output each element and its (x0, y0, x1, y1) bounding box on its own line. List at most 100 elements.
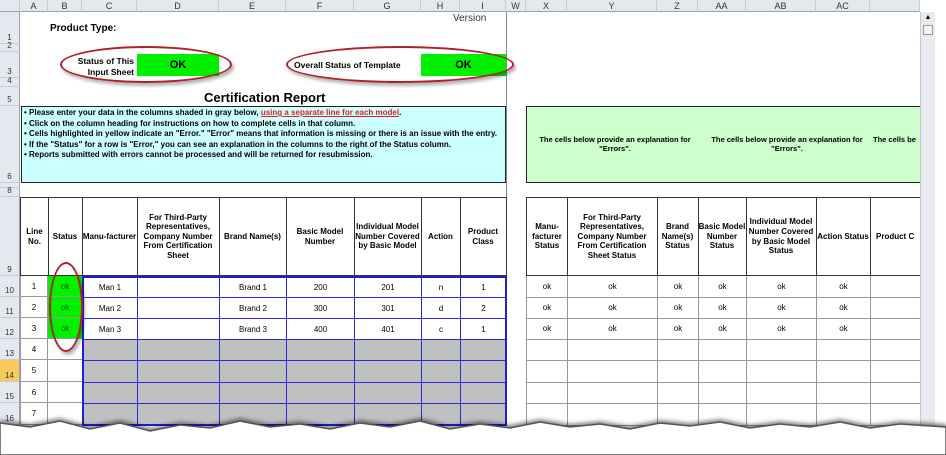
input-cell-class[interactable]: 2 (460, 297, 507, 319)
input-cell-action[interactable] (421, 360, 461, 383)
column-heading[interactable]: Basic Model Number (286, 197, 355, 276)
column-header-D[interactable]: D (137, 0, 219, 12)
input-cell-company[interactable] (137, 318, 220, 340)
column-header-W[interactable]: W (506, 0, 526, 12)
input-cell-action[interactable]: n (421, 276, 461, 298)
column-header-H[interactable]: H (421, 0, 460, 12)
input-cell-action[interactable]: d (421, 297, 461, 319)
input-cell-individual[interactable]: 201 (354, 276, 422, 298)
column-header-corner[interactable] (0, 0, 20, 12)
column-header-G[interactable]: G (354, 0, 421, 12)
column-header-E[interactable]: E (219, 0, 286, 12)
input-cell-individual[interactable] (354, 360, 422, 383)
input-cell-class[interactable]: 1 (460, 318, 507, 340)
column-heading[interactable]: Individual Model Number Covered by Basic… (354, 197, 422, 276)
column-header-Z[interactable]: Z (657, 0, 698, 12)
column-heading[interactable]: Manu-facturer (82, 197, 138, 276)
row-header[interactable]: 3 (0, 52, 20, 78)
column-header-I[interactable]: I (460, 0, 506, 12)
column-header-A[interactable]: A (20, 0, 48, 12)
input-cell-manufacturer[interactable] (82, 360, 138, 383)
input-cell-company[interactable] (137, 276, 220, 298)
column-header-C[interactable]: C (82, 0, 137, 12)
status-cell: ok (816, 297, 871, 319)
status-column-heading[interactable]: Individual Model Number Covered by Basic… (746, 197, 817, 276)
column-header-next[interactable] (870, 0, 920, 12)
input-cell-individual[interactable] (354, 339, 422, 361)
status-column-heading[interactable]: Action Status (816, 197, 871, 276)
scroll-thumb[interactable] (923, 25, 933, 35)
status-column-heading[interactable]: For Third-Party Representatives, Company… (567, 197, 658, 276)
status-cell (870, 339, 921, 361)
status-cell (698, 382, 747, 404)
status-cell (870, 360, 921, 383)
input-cell-action[interactable] (421, 339, 461, 361)
row-header[interactable]: 4 (0, 76, 20, 87)
row-header[interactable]: 12 (0, 318, 20, 339)
input-cell-brand[interactable] (219, 339, 287, 361)
input-cell-brand[interactable] (219, 360, 287, 383)
column-header-B[interactable]: B (48, 0, 82, 12)
input-cell-brand[interactable] (219, 382, 287, 404)
input-cell-action[interactable]: c (421, 318, 461, 340)
column-header-F[interactable]: F (286, 0, 354, 12)
row-header[interactable]: 14 (0, 360, 20, 382)
row-header[interactable]: 11 (0, 297, 20, 318)
status-cell (870, 382, 921, 404)
column-heading[interactable]: Action (421, 197, 461, 276)
status-column-heading[interactable]: Product C (870, 197, 921, 276)
input-cell-class[interactable] (460, 339, 507, 361)
input-cell-company[interactable] (137, 360, 220, 383)
row-header[interactable]: 6 (0, 106, 20, 183)
input-cell-individual[interactable] (354, 382, 422, 404)
scroll-up-icon[interactable]: ▲ (921, 12, 935, 24)
row-header[interactable]: 1 (0, 12, 20, 44)
input-cell-manufacturer[interactable]: Man 2 (82, 297, 138, 319)
row-header[interactable]: 10 (0, 276, 20, 297)
row-header[interactable]: 13 (0, 339, 20, 360)
input-cell-manufacturer[interactable] (82, 382, 138, 404)
input-cell-basic[interactable] (286, 382, 355, 404)
status-cell: ok (816, 318, 871, 340)
column-header-Y[interactable]: Y (567, 0, 657, 12)
row-header[interactable]: 2 (0, 41, 20, 52)
column-heading[interactable]: Brand Name(s) (219, 197, 287, 276)
column-header-AA[interactable]: AA (698, 0, 746, 12)
column-heading[interactable]: For Third-Party Representatives, Company… (137, 197, 220, 276)
input-cell-individual[interactable]: 401 (354, 318, 422, 340)
input-cell-basic[interactable] (286, 339, 355, 361)
column-heading[interactable]: Product Class (460, 197, 507, 276)
column-header-X[interactable]: X (526, 0, 567, 12)
input-cell-brand[interactable]: Brand 1 (219, 276, 287, 298)
row-header[interactable]: 15 (0, 382, 20, 403)
input-cell-individual[interactable]: 301 (354, 297, 422, 319)
input-cell-basic[interactable]: 300 (286, 297, 355, 319)
input-cell-brand[interactable]: Brand 2 (219, 297, 287, 319)
input-cell-basic[interactable]: 400 (286, 318, 355, 340)
input-cell-class[interactable]: 1 (460, 276, 507, 298)
input-cell-manufacturer[interactable]: Man 1 (82, 276, 138, 298)
explanation-box: The cells below provide an explanation f… (526, 106, 920, 183)
column-header-AC[interactable]: AC (816, 0, 870, 12)
row-header[interactable]: 8 (0, 186, 20, 197)
input-cell-action[interactable] (421, 382, 461, 404)
column-header-AB[interactable]: AB (746, 0, 816, 12)
status-column-heading[interactable]: Basic Model Number Status (698, 197, 747, 276)
column-heading[interactable]: Line No. (20, 197, 49, 276)
input-cell-company[interactable] (137, 382, 220, 404)
input-cell-manufacturer[interactable]: Man 3 (82, 318, 138, 340)
input-cell-brand[interactable]: Brand 3 (219, 318, 287, 340)
row-header[interactable]: 5 (0, 87, 20, 106)
separate-line-link[interactable]: using a separate line for each model (261, 108, 399, 117)
input-cell-manufacturer[interactable] (82, 339, 138, 361)
vertical-scrollbar[interactable]: ▲ (920, 12, 935, 425)
row-header[interactable]: 9 (0, 197, 20, 276)
input-cell-company[interactable] (137, 297, 220, 319)
input-cell-company[interactable] (137, 339, 220, 361)
input-cell-class[interactable] (460, 382, 507, 404)
status-column-heading[interactable]: Brand Name(s) Status (657, 197, 699, 276)
status-column-heading[interactable]: Manu-facturer Status (526, 197, 568, 276)
input-cell-class[interactable] (460, 360, 507, 383)
input-cell-basic[interactable]: 200 (286, 276, 355, 298)
input-cell-basic[interactable] (286, 360, 355, 383)
